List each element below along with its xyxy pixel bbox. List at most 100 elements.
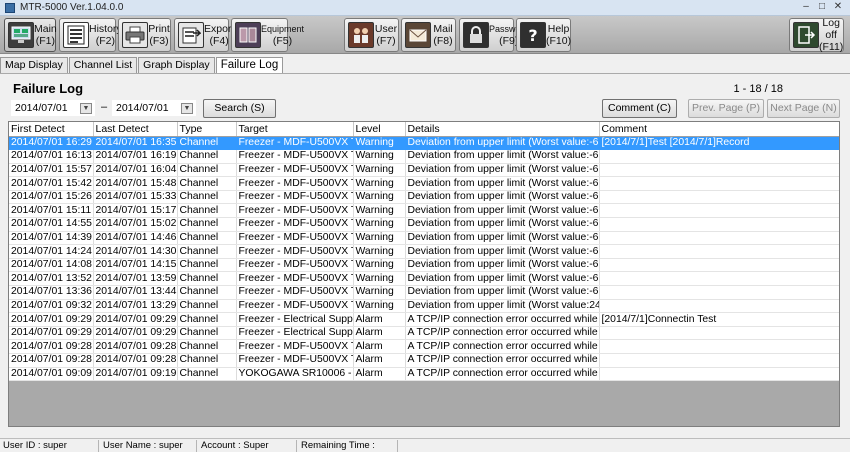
prev-page-button[interactable]: Prev. Page (P) xyxy=(688,99,764,118)
last-detect-cell: 2014/07/01 13:29 xyxy=(93,299,178,314)
details-cell: Deviation from upper limit (Worst value:… xyxy=(405,299,600,314)
column-header-last-detect[interactable]: Last Detect xyxy=(93,122,178,137)
column-header-first-detect[interactable]: First Detect xyxy=(9,122,94,137)
mail-button[interactable]: Mail (F8) xyxy=(401,18,456,52)
print-label: Print xyxy=(148,23,170,35)
history-button[interactable]: History (F2) xyxy=(59,18,122,52)
history-list-icon xyxy=(63,22,89,48)
user-button[interactable]: User (F7) xyxy=(344,18,399,52)
tab-map-display[interactable]: Map Display xyxy=(0,57,68,73)
close-icon[interactable]: ✕ xyxy=(832,1,844,13)
date-from-picker[interactable]: 2014/07/01 ▼ xyxy=(11,100,95,116)
table-row[interactable]: 2014/07/01 15:26 2014/07/01 15:33 Channel F… xyxy=(9,190,839,205)
level-cell: Alarm xyxy=(353,367,406,382)
type-cell: Channel xyxy=(177,353,237,368)
export-button[interactable]: Export (F4) xyxy=(174,18,234,52)
comment-cell xyxy=(599,163,839,178)
table-row[interactable]: 2014/07/01 14:55 2014/07/01 15:02 Channel F… xyxy=(9,217,839,232)
table-row[interactable]: 2014/07/01 14:24 2014/07/01 14:30 Channel F… xyxy=(9,244,839,259)
comment-cell xyxy=(599,285,839,300)
type-cell: Channel xyxy=(177,231,237,246)
first-detect-cell: 2014/07/01 16:13 xyxy=(9,149,94,164)
comment-cell xyxy=(599,258,839,273)
target-cell: Freezer - Electrical Supply xyxy=(236,312,354,327)
type-cell: Channel xyxy=(177,299,237,314)
next-page-button[interactable]: Next Page (N) xyxy=(767,99,840,118)
table-row[interactable]: 2014/07/01 09:28 2014/07/01 09:28 Channel F… xyxy=(9,339,839,354)
column-header-comment[interactable]: Comment xyxy=(599,122,839,137)
comment-button[interactable]: Comment (C) xyxy=(602,99,677,118)
type-cell: Channel xyxy=(177,149,237,164)
table-row[interactable]: 2014/07/01 15:57 2014/07/01 16:04 Channel F… xyxy=(9,163,839,178)
last-detect-cell: 2014/07/01 13:59 xyxy=(93,271,178,287)
tab-channel-list[interactable]: Channel List xyxy=(68,57,138,73)
main-button[interactable]: Main (F1) xyxy=(4,18,57,52)
maximize-icon[interactable]: □ xyxy=(816,1,828,13)
target-cell: Freezer - MDF-U500VX Ten xyxy=(236,353,354,368)
table-row[interactable]: 2014/07/01 14:39 2014/07/01 14:46 Channel F… xyxy=(9,231,839,246)
status-bar: User ID : super User Name : super Accoun… xyxy=(0,438,850,452)
details-cell: Deviation from upper limit (Worst value:… xyxy=(405,231,600,246)
table-row[interactable]: 2014/07/01 09:29 2014/07/01 09:29 Channel F… xyxy=(9,326,839,341)
calendar-dropdown-icon[interactable]: ▼ xyxy=(181,103,193,114)
equipment-key: (F5) xyxy=(272,35,293,47)
column-header-target[interactable]: Target xyxy=(236,122,354,137)
last-detect-cell: 2014/07/01 09:28 xyxy=(93,339,178,354)
mail-key: (F8) xyxy=(433,35,453,47)
lock-icon xyxy=(463,22,489,48)
last-detect-cell: 2014/07/01 09:29 xyxy=(93,326,178,341)
column-header-level[interactable]: Level xyxy=(353,122,406,137)
minimize-icon[interactable]: – xyxy=(800,1,812,13)
table-row[interactable]: 2014/07/01 14:08 2014/07/01 14:15 Channel F… xyxy=(9,258,839,273)
type-cell: Channel xyxy=(177,136,237,151)
comment-cell xyxy=(599,176,839,191)
level-cell: Warning xyxy=(353,244,406,259)
password-button[interactable]: Password (F9) xyxy=(459,18,529,52)
table-row[interactable]: 2014/07/01 16:13 2014/07/01 16:19 Channel F… xyxy=(9,149,839,164)
details-cell: A TCP/IP connection error occurred while… xyxy=(405,367,600,382)
print-button[interactable]: Print (F3) xyxy=(118,18,171,52)
logoff-button[interactable]: Log off (F11) xyxy=(789,17,844,53)
table-row[interactable]: 2014/07/01 13:52 2014/07/01 13:59 Channel F… xyxy=(9,271,839,287)
column-header-type[interactable]: Type xyxy=(177,122,237,137)
target-cell: Freezer - MDF-U500VX Ten xyxy=(236,244,354,259)
details-cell: Deviation from upper limit (Worst value:… xyxy=(405,271,600,287)
column-header-details[interactable]: Details xyxy=(405,122,600,137)
comment-cell xyxy=(599,271,839,287)
type-cell: Channel xyxy=(177,190,237,205)
equipment-label: Equipment xyxy=(261,24,305,34)
comment-cell: [2014/7/1]Test [2014/7/1]Record xyxy=(599,136,839,151)
table-row[interactable]: 2014/07/01 13:36 2014/07/01 13:44 Channel F… xyxy=(9,285,839,300)
table-row[interactable]: 2014/07/01 09:32 2014/07/01 13:29 Channel F… xyxy=(9,299,839,314)
target-cell: Freezer - MDF-U500VX Ten xyxy=(236,231,354,246)
table-row[interactable]: 2014/07/01 15:11 2014/07/01 15:17 Channel F… xyxy=(9,203,839,219)
target-cell: Freezer - MDF-U500VX Ten xyxy=(236,299,354,314)
level-cell: Warning xyxy=(353,163,406,178)
table-row[interactable]: 2014/07/01 09:09 2014/07/01 09:19 Channel Y… xyxy=(9,367,839,382)
table-row[interactable]: 2014/07/01 09:28 2014/07/01 09:28 Channel F… xyxy=(9,353,839,368)
table-row[interactable]: 2014/07/01 16:29 2014/07/01 16:35 Channel F… xyxy=(9,136,839,151)
app-icon xyxy=(5,3,15,13)
first-detect-cell: 2014/07/01 09:32 xyxy=(9,299,94,314)
last-detect-cell: 2014/07/01 15:17 xyxy=(93,203,178,219)
level-cell: Alarm xyxy=(353,353,406,368)
main-label: Main xyxy=(34,23,57,35)
table-row[interactable]: 2014/07/01 15:42 2014/07/01 15:48 Channel F… xyxy=(9,176,839,191)
details-cell: Deviation from upper limit (Worst value:… xyxy=(405,149,600,164)
first-detect-cell: 2014/07/01 14:24 xyxy=(9,244,94,259)
main-toolbar: Main (F1) History (F2) Print (F3) Export (F4… xyxy=(0,16,850,54)
mail-label: Mail xyxy=(433,23,453,35)
first-detect-cell: 2014/07/01 09:09 xyxy=(9,367,94,382)
search-button[interactable]: Search (S) xyxy=(203,99,276,118)
help-button[interactable]: ? Help (F10) xyxy=(516,18,571,52)
first-detect-cell: 2014/07/01 09:28 xyxy=(9,339,94,354)
tab-graph-display[interactable]: Graph Display xyxy=(138,57,215,73)
table-row[interactable]: 2014/07/01 09:29 2014/07/01 09:29 Channel F… xyxy=(9,312,839,327)
equipment-button[interactable]: Equipment (F5) xyxy=(231,18,304,52)
calendar-dropdown-icon[interactable]: ▼ xyxy=(80,103,92,114)
last-detect-cell: 2014/07/01 14:15 xyxy=(93,258,178,273)
tab-failure-log[interactable]: Failure Log xyxy=(215,57,284,74)
date-to-picker[interactable]: 2014/07/01 ▼ xyxy=(112,100,196,116)
export-key: (F4) xyxy=(209,35,229,47)
type-cell: Channel xyxy=(177,285,237,300)
